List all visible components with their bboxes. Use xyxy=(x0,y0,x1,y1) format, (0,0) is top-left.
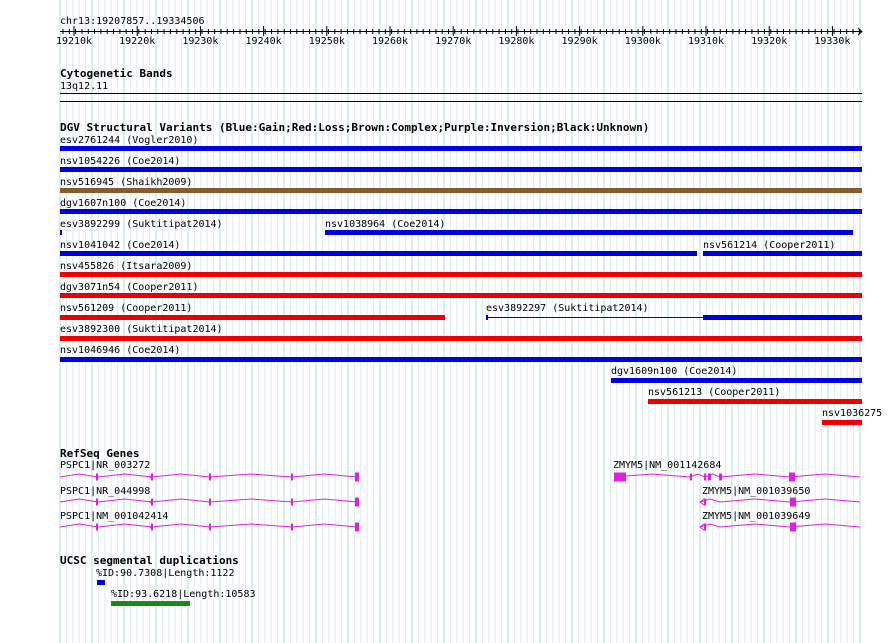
gene-exon[interactable] xyxy=(690,473,692,481)
gene-model-pspc1[interactable] xyxy=(59,497,359,507)
segdup-track-title[interactable]: UCSC segmental duplications xyxy=(60,555,239,567)
segdup-label: %ID:90.7308|Length:1122 xyxy=(96,568,235,579)
gene-exon[interactable] xyxy=(291,523,293,531)
gene-exon[interactable] xyxy=(209,523,211,531)
gene-intron-line xyxy=(699,523,861,528)
gene-exon[interactable] xyxy=(96,498,98,506)
gene-intron-line xyxy=(699,498,861,503)
strand-arrow-icon xyxy=(699,523,705,531)
segdup-feature[interactable] xyxy=(111,601,190,606)
segdup-feature[interactable] xyxy=(97,580,105,585)
gene-exon[interactable] xyxy=(96,523,98,531)
refseq-gene-models[interactable] xyxy=(0,0,890,643)
strand-arrow-icon xyxy=(699,498,705,506)
segdup-label: %ID:93.6218|Length:10583 xyxy=(111,589,256,600)
gene-exon[interactable] xyxy=(704,523,706,531)
gene-intron-line xyxy=(613,473,861,478)
gene-exon[interactable] xyxy=(704,473,706,481)
gene-exon[interactable] xyxy=(355,497,359,507)
gene-exon[interactable] xyxy=(96,473,98,481)
gene-exon[interactable] xyxy=(355,522,359,532)
gene-model-zmym5[interactable] xyxy=(613,472,861,482)
gene-model-zmym5[interactable] xyxy=(699,522,861,532)
gene-exon[interactable] xyxy=(790,497,796,507)
gene-exon[interactable] xyxy=(790,522,796,532)
gene-exon[interactable] xyxy=(291,498,293,506)
gene-exon[interactable] xyxy=(704,498,706,506)
gene-model-pspc1[interactable] xyxy=(59,472,359,482)
gene-exon[interactable] xyxy=(789,472,795,482)
gene-model-pspc1[interactable] xyxy=(59,522,359,532)
gene-model-zmym5[interactable] xyxy=(699,497,861,507)
gene-exon[interactable] xyxy=(209,473,211,481)
gene-exon[interactable] xyxy=(719,473,722,481)
gene-exon[interactable] xyxy=(209,498,211,506)
gene-exon[interactable] xyxy=(708,473,711,481)
gene-exon[interactable] xyxy=(291,473,293,481)
gene-exon[interactable] xyxy=(355,472,359,482)
gene-intron-line xyxy=(59,498,358,503)
genome-browser-view: chr13:19207857..19334506 19210k 19220k 192… xyxy=(0,0,890,643)
gene-intron-line xyxy=(59,473,358,478)
gene-intron-line xyxy=(59,523,358,528)
gene-exon[interactable] xyxy=(614,472,626,482)
